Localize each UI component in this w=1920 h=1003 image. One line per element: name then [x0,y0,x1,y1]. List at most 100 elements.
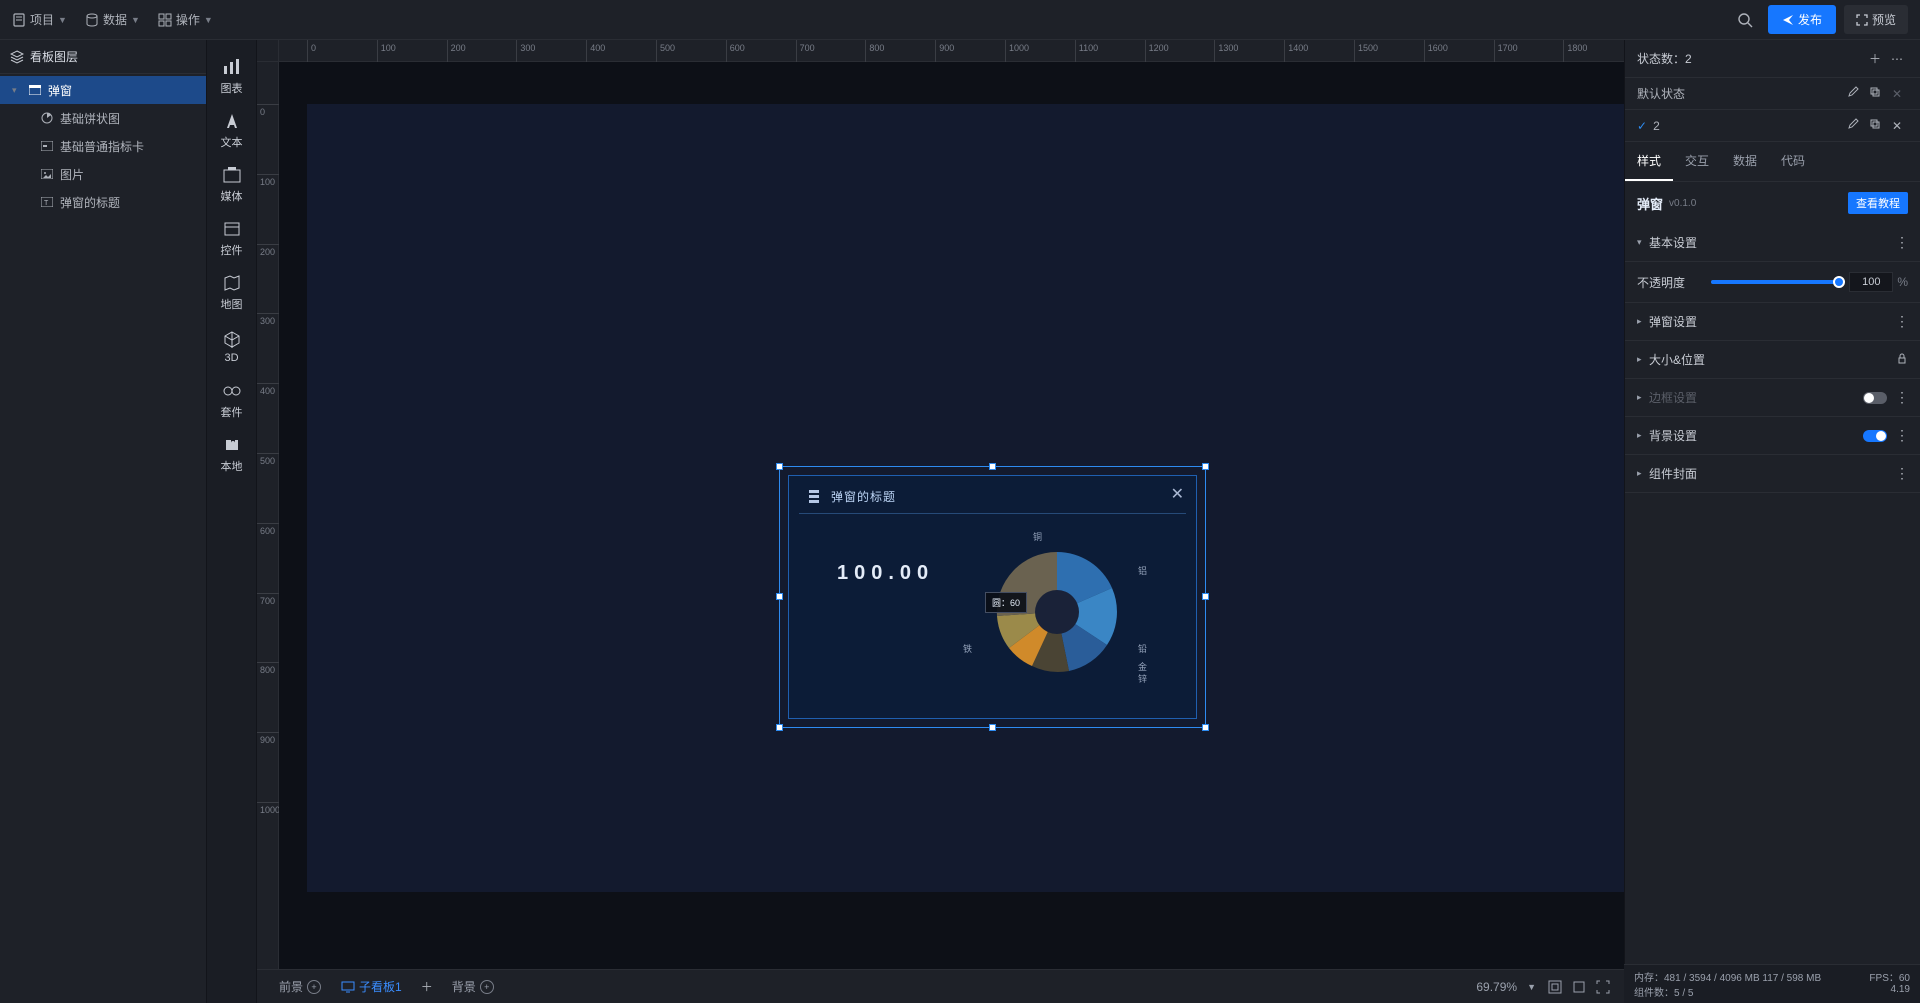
zoom-reset-icon[interactable] [1570,978,1588,996]
opacity-input[interactable] [1849,272,1893,292]
copy-icon[interactable] [1864,86,1886,101]
workspace[interactable]: ✕ 弹窗的标题 100.00 [279,62,1624,969]
fps-value: 60 [1899,973,1910,984]
tab-code[interactable]: 代码 [1769,142,1817,181]
lock-icon[interactable] [1896,352,1908,367]
edit-icon[interactable] [1842,86,1864,101]
opacity-label: 不透明度 [1637,274,1701,291]
artboard[interactable]: ✕ 弹窗的标题 100.00 [307,104,1624,892]
tree-item-title[interactable]: T 弹窗的标题 [0,188,206,216]
modal-widget[interactable]: ✕ 弹窗的标题 100.00 [788,475,1197,719]
add-icon[interactable]: + [307,980,321,994]
tree-item-metric[interactable]: 基础普通指标卡 [0,132,206,160]
pie-tooltip: 圆：60 [985,592,1027,613]
modal-close-button[interactable]: ✕ [1171,484,1184,504]
project-menu[interactable]: 项目▼ [12,11,67,28]
resize-handle-s[interactable] [989,724,996,731]
fit-icon[interactable] [1546,978,1564,996]
search-icon [1737,12,1753,28]
tab-subboard[interactable]: 子看板1 [331,970,412,1003]
close-icon[interactable]: ✕ [1886,119,1908,133]
tree-item-pie[interactable]: 基础饼状图 [0,104,206,132]
selection-box[interactable]: ✕ 弹窗的标题 100.00 [779,466,1206,728]
rail-local[interactable]: 本地 [207,428,257,482]
resize-handle-sw[interactable] [776,724,783,731]
more-icon[interactable]: ⋮ [1895,313,1908,330]
more-icon[interactable]: ⋯ [1886,52,1908,66]
resize-handle-w[interactable] [776,593,783,600]
chevron-down-icon: ▼ [204,15,213,25]
pie-label: 铝 [1138,564,1147,577]
bg-toggle[interactable] [1863,430,1887,442]
resize-handle-se[interactable] [1202,724,1209,731]
resize-handle-n[interactable] [989,463,996,470]
more-icon[interactable]: ⋮ [1895,465,1908,482]
send-icon [1782,14,1794,26]
data-menu[interactable]: 数据▼ [85,11,140,28]
resize-handle-e[interactable] [1202,593,1209,600]
zoom-value: 69.79% [1476,980,1517,994]
copy-icon[interactable] [1864,118,1886,133]
media-icon [222,166,242,184]
tab-background[interactable]: 背景+ [442,970,504,1003]
search-button[interactable] [1730,5,1760,35]
collapse-icon[interactable]: ▾ [12,85,22,96]
opacity-slider[interactable] [1711,280,1839,284]
actions-menu[interactable]: 操作▼ [158,11,213,28]
ruler-horizontal: 0100200300400500600700800900100011001200… [279,40,1624,62]
section-size[interactable]: ▸大小&位置 [1625,341,1920,379]
rail-map[interactable]: 地图 [207,266,257,320]
resize-handle-nw[interactable] [776,463,783,470]
fullscreen-icon[interactable] [1594,978,1612,996]
tree-label: 基础普通指标卡 [60,138,144,155]
section-basic[interactable]: ▾基本设置⋮ [1625,224,1920,262]
tree-item-modal[interactable]: ▾ 弹窗 [0,76,206,104]
rail-chart[interactable]: 图表 [207,50,257,104]
rail-media[interactable]: 媒体 [207,158,257,212]
rail-kit[interactable]: 套件 [207,374,257,428]
rail-control[interactable]: 控件 [207,212,257,266]
resize-handle-ne[interactable] [1202,463,1209,470]
rail-3d[interactable]: 3D [207,320,257,374]
state-row-2[interactable]: ✓ 2 ✕ [1625,110,1920,142]
states-bar: 状态数： 2 ＋ ⋯ [1625,40,1920,78]
modal-header: 弹窗的标题 [799,480,1186,514]
section-modal[interactable]: ▸弹窗设置⋮ [1625,303,1920,341]
ruler-corner [257,40,279,62]
tree-label: 基础饼状图 [60,110,120,127]
status-footer: 内存：481 / 3594 / 4096 MB 117 / 598 MB FPS… [1624,964,1920,1003]
more-icon[interactable]: ⋮ [1895,234,1908,251]
database-icon [85,13,99,27]
add-tab-button[interactable]: ＋ [412,978,442,995]
layers-panel: 看板图层 ▾ 弹窗 基础饼状图 基础普通指标卡 图片 T 弹窗的标题 [0,40,207,1003]
chevron-down-icon[interactable]: ▼ [1527,982,1536,992]
more-icon[interactable]: ⋮ [1895,389,1908,406]
tab-style[interactable]: 样式 [1625,142,1673,181]
add-icon[interactable]: + [480,980,494,994]
add-state-button[interactable]: ＋ [1864,50,1886,67]
pie-label: 锌 [1138,672,1147,685]
section-background[interactable]: ▸背景设置⋮ [1625,417,1920,455]
section-cover[interactable]: ▸组件封面⋮ [1625,455,1920,493]
metric-icon [38,141,56,151]
border-toggle[interactable] [1863,392,1887,404]
close-icon: ✕ [1886,87,1908,101]
tab-data[interactable]: 数据 [1721,142,1769,181]
more-icon[interactable]: ⋮ [1895,427,1908,444]
tab-foreground[interactable]: 前景+ [269,970,331,1003]
tab-interaction[interactable]: 交互 [1673,142,1721,181]
publish-button[interactable]: 发布 [1768,5,1836,34]
bars-icon [809,489,819,504]
properties-panel: 状态数： 2 ＋ ⋯ 默认状态 ✕ ✓ 2 ✕ 样式 交互 数据 代码 弹窗 v… [1624,40,1920,1003]
cube-icon [222,330,242,348]
rail-text[interactable]: 文本 [207,104,257,158]
edit-icon[interactable] [1842,118,1864,133]
tree-item-image[interactable]: 图片 [0,160,206,188]
tree-label: 弹窗的标题 [60,194,120,211]
pie-icon [38,112,56,124]
tutorial-button[interactable]: 查看教程 [1848,192,1908,214]
control-icon [222,220,242,238]
preview-button[interactable]: 预览 [1844,5,1908,34]
section-border[interactable]: ▸边框设置⋮ [1625,379,1920,417]
state-row-default[interactable]: 默认状态 ✕ [1625,78,1920,110]
